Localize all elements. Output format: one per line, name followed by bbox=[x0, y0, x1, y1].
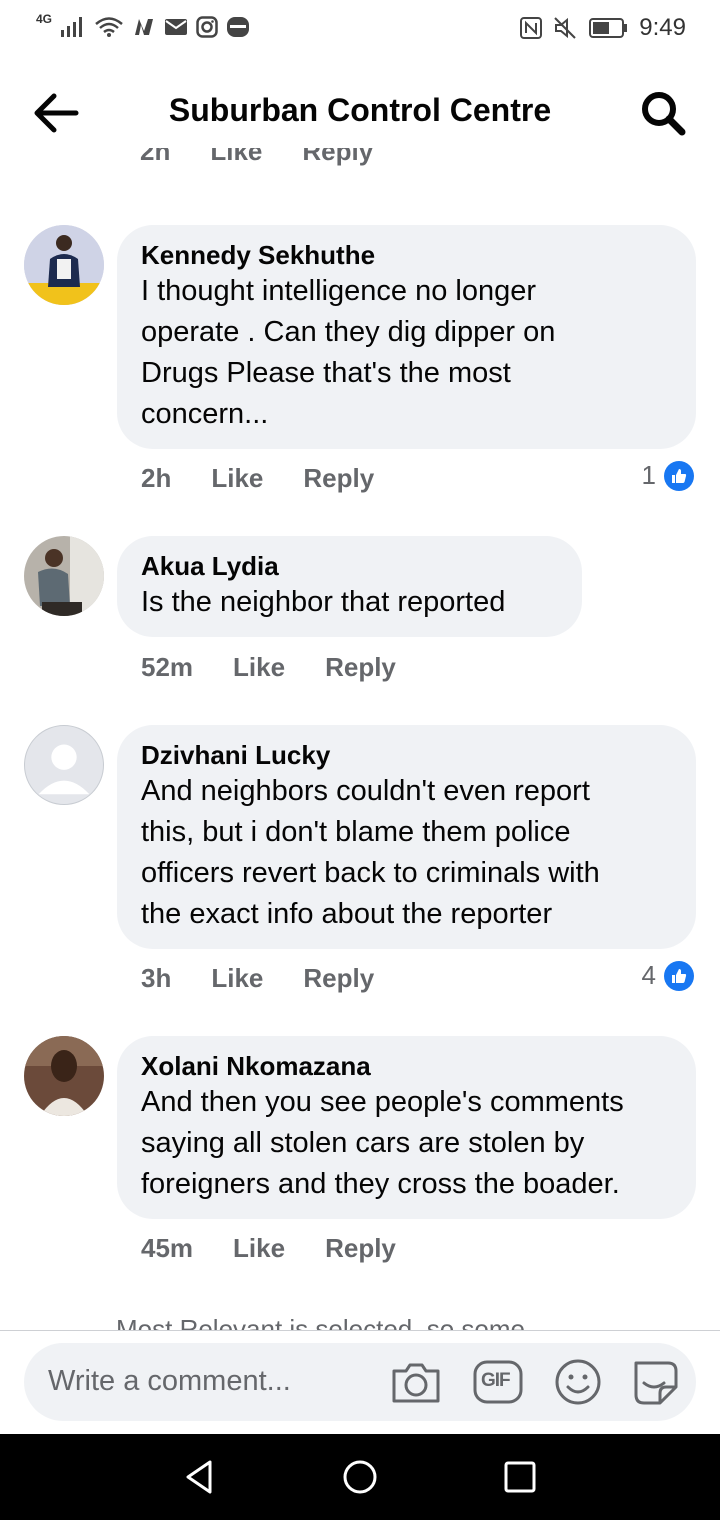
comment-time: 2h bbox=[140, 148, 171, 166]
reaction-count[interactable]: 4 bbox=[642, 960, 694, 991]
comment-text: And neighbors couldn't even report this,… bbox=[141, 771, 672, 935]
comment-actions: 2h Like Reply bbox=[141, 463, 374, 494]
avatar[interactable] bbox=[24, 725, 104, 805]
comment-bubble[interactable]: Kennedy Sekhuthe I thought intelligence … bbox=[117, 225, 696, 449]
comment-time: 45m bbox=[141, 1233, 194, 1263]
like-button[interactable]: Like bbox=[211, 963, 263, 994]
comment-line: operate . Can they dig dipper on bbox=[141, 316, 556, 348]
avatar[interactable] bbox=[24, 1036, 104, 1116]
comment-bubble[interactable]: Dzivhani Lucky And neighbors couldn't ev… bbox=[117, 725, 696, 949]
reaction-count[interactable]: 1 bbox=[642, 460, 694, 491]
comment-actions: 52m Like Reply bbox=[141, 652, 396, 683]
comment-line: Is the neighbor that reported bbox=[141, 586, 506, 618]
comments-feed[interactable]: 2h Like Reply Kennedy Sekhuthe I thought… bbox=[0, 148, 720, 1330]
comment-actions: 45m Like Reply bbox=[141, 1233, 396, 1264]
sort-notice: Most Relevant is selected, so some bbox=[116, 1314, 525, 1330]
avatar[interactable] bbox=[24, 225, 104, 305]
battery-icon bbox=[589, 18, 628, 38]
mail-icon bbox=[165, 19, 188, 35]
comment-text: I thought intelligence no longer operate… bbox=[141, 271, 672, 435]
system-nav-bar bbox=[0, 1434, 720, 1520]
header: Suburban Control Centre bbox=[0, 62, 720, 162]
commenter-name[interactable]: Dzivhani Lucky bbox=[141, 739, 672, 771]
reaction-number: 4 bbox=[641, 960, 656, 990]
comment-line: concern... bbox=[141, 398, 269, 430]
reaction-number: 1 bbox=[641, 460, 656, 490]
comment-line: And neighbors couldn't even report bbox=[141, 775, 590, 807]
comment-line: foreigners and they cross the boader. bbox=[141, 1168, 620, 1200]
comment-line: And then you see people's comments bbox=[141, 1086, 624, 1118]
comment-time: 2h bbox=[141, 463, 172, 493]
thumbs-up-icon bbox=[664, 960, 694, 991]
comment-actions: 3h Like Reply bbox=[141, 963, 374, 994]
like-button[interactable]: Like bbox=[211, 463, 263, 494]
comment-line: the exact info about the reporter bbox=[141, 898, 553, 930]
nfc-icon bbox=[520, 17, 543, 39]
reply-button[interactable]: Reply bbox=[325, 652, 396, 683]
emoji-icon[interactable] bbox=[552, 1357, 604, 1407]
commenter-name[interactable]: Kennedy Sekhuthe bbox=[141, 239, 672, 271]
comment-time: 52m bbox=[141, 652, 194, 682]
avatar-photo bbox=[24, 536, 104, 616]
nav-recents-icon[interactable] bbox=[499, 1456, 541, 1498]
reply-button[interactable]: Reply bbox=[302, 148, 373, 167]
avatar-photo bbox=[24, 1036, 104, 1116]
default-avatar-icon bbox=[38, 744, 90, 795]
comment-line: saying all stolen cars are stolen by bbox=[141, 1127, 585, 1159]
comment-text: And then you see people's comments sayin… bbox=[141, 1082, 672, 1205]
comment-line: this, but i don't blame them police bbox=[141, 816, 571, 848]
sticker-icon[interactable] bbox=[630, 1357, 682, 1407]
wifi-icon bbox=[95, 17, 123, 37]
status-bar: 4G 9:49 bbox=[0, 0, 720, 62]
gif-label: GIF bbox=[481, 1370, 511, 1391]
previous-comment-actions: 2h Like Reply bbox=[140, 148, 373, 167]
app-icon bbox=[227, 17, 250, 37]
reply-button[interactable]: Reply bbox=[303, 463, 374, 494]
avatar-photo bbox=[24, 225, 104, 305]
comment-composer: Write a comment... GIF bbox=[0, 1330, 720, 1435]
like-button[interactable]: Like bbox=[233, 652, 285, 683]
n-app-icon bbox=[135, 19, 154, 35]
mute-icon bbox=[554, 17, 576, 39]
search-icon[interactable] bbox=[640, 90, 686, 136]
comment-time: 3h bbox=[141, 963, 172, 993]
signal-icon bbox=[61, 17, 83, 37]
commenter-name[interactable]: Akua Lydia bbox=[141, 550, 558, 582]
comment-line: I thought intelligence no longer bbox=[141, 275, 537, 307]
comment-placeholder: Write a comment... bbox=[48, 1365, 291, 1397]
comment-text: Is the neighbor that reported bbox=[141, 582, 558, 623]
camera-icon[interactable] bbox=[390, 1357, 442, 1407]
comment-input[interactable]: Write a comment... GIF bbox=[24, 1343, 696, 1421]
instagram-icon bbox=[196, 16, 218, 38]
like-button[interactable]: Like bbox=[233, 1233, 285, 1264]
commenter-name[interactable]: Xolani Nkomazana bbox=[141, 1050, 672, 1082]
avatar[interactable] bbox=[24, 536, 104, 616]
comment-line: officers revert back to criminals with bbox=[141, 857, 600, 889]
like-button[interactable]: Like bbox=[210, 148, 262, 167]
clock: 9:49 bbox=[639, 14, 686, 41]
network-type: 4G bbox=[36, 12, 53, 26]
nav-home-icon[interactable] bbox=[339, 1456, 381, 1498]
nav-back-icon[interactable] bbox=[180, 1456, 222, 1498]
gif-icon[interactable]: GIF bbox=[472, 1357, 524, 1407]
comment-line: Drugs Please that's the most bbox=[141, 357, 511, 389]
reply-button[interactable]: Reply bbox=[325, 1233, 396, 1264]
reply-button[interactable]: Reply bbox=[303, 963, 374, 994]
page-title: Suburban Control Centre bbox=[168, 92, 552, 128]
comment-bubble[interactable]: Akua Lydia Is the neighbor that reported bbox=[117, 536, 582, 637]
comment-bubble[interactable]: Xolani Nkomazana And then you see people… bbox=[117, 1036, 696, 1219]
thumbs-up-icon bbox=[664, 460, 694, 491]
